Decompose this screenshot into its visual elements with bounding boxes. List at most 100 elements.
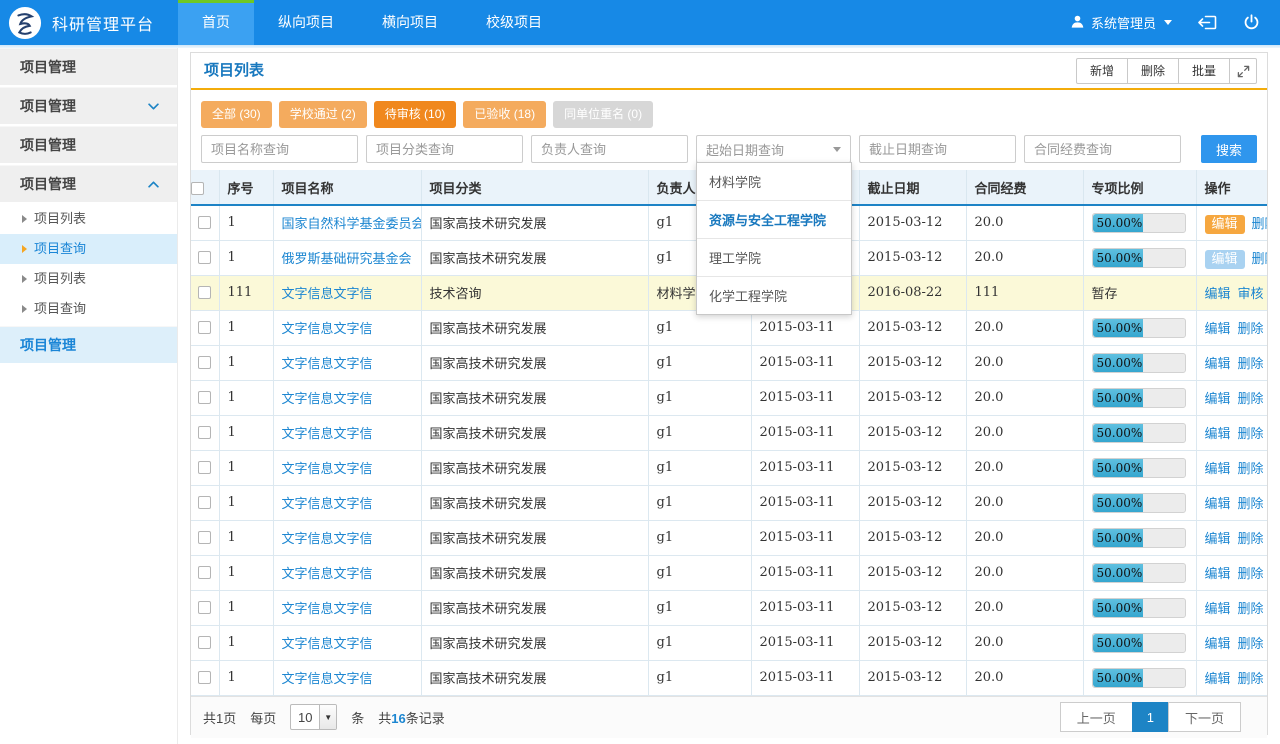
action-edit-link[interactable]: 编辑 (1205, 357, 1231, 372)
action-edit-link[interactable]: 编辑 (1205, 602, 1231, 617)
project-name-link[interactable]: 国家自然科学基金委员会 (282, 217, 422, 232)
nav-tab-1[interactable]: 首页 (178, 0, 254, 45)
action-delete-link[interactable]: 删除 (1238, 567, 1264, 582)
power-icon[interactable] (1243, 14, 1260, 31)
project-name-link[interactable]: 文字信息文字信 (282, 567, 373, 582)
action-edit-link[interactable]: 编辑 (1205, 532, 1231, 547)
project-name-link[interactable]: 文字信息文字信 (282, 427, 373, 442)
project-name-link[interactable]: 俄罗斯基础研究基金会 (282, 252, 412, 267)
sidebar-item-4-3[interactable]: 项目列表 (0, 264, 177, 294)
nav-tab-3[interactable]: 横向项目 (358, 0, 462, 45)
sidebar-item-4-4[interactable]: 项目查询 (0, 294, 177, 324)
project-name-link[interactable]: 文字信息文字信 (282, 532, 373, 547)
action-delete-link[interactable]: 删除 (1238, 672, 1264, 687)
project-name-link[interactable]: 文字信息文字信 (282, 462, 373, 477)
sidebar-group-4[interactable]: 项目管理 (0, 165, 177, 202)
row-checkbox[interactable] (198, 426, 211, 439)
prev-page-button[interactable]: 上一页 (1060, 702, 1133, 732)
project-name-link[interactable]: 文字信息文字信 (282, 322, 373, 337)
row-checkbox[interactable] (198, 566, 211, 579)
search-input-4[interactable] (859, 135, 1016, 163)
project-name-link[interactable]: 文字信息文字信 (282, 602, 373, 617)
row-checkbox[interactable] (198, 251, 211, 264)
action-delete-link[interactable]: 删除 (1238, 392, 1264, 407)
expand-button[interactable] (1229, 58, 1257, 84)
search-input-1[interactable] (201, 135, 358, 163)
cell-seq: 1 (219, 625, 273, 660)
toolbar-button-3[interactable]: 批量 (1178, 58, 1230, 84)
action-delete-link[interactable]: 删除 (1238, 532, 1264, 547)
row-checkbox[interactable] (198, 531, 211, 544)
action-edit-link[interactable]: 编辑 (1205, 322, 1231, 337)
sidebar-item-4-1[interactable]: 项目列表 (0, 204, 177, 234)
action-delete-link[interactable]: 删除 (1252, 252, 1267, 267)
action-delete-link[interactable]: 删除 (1238, 637, 1264, 652)
dropdown-item-4[interactable]: 化学工程学院 (697, 277, 851, 314)
row-checkbox[interactable] (198, 321, 211, 334)
toolbar-button-2[interactable]: 删除 (1127, 58, 1179, 84)
filter-tab-1[interactable]: 全部 (30) (201, 101, 272, 128)
row-checkbox[interactable] (198, 671, 211, 684)
project-name-link[interactable]: 文字信息文字信 (282, 287, 373, 302)
action-edit-link[interactable]: 编辑 (1205, 497, 1231, 512)
nav-tab-4[interactable]: 校级项目 (462, 0, 566, 45)
project-name-link[interactable]: 文字信息文字信 (282, 392, 373, 407)
action-edit-link[interactable]: 编辑 (1205, 392, 1231, 407)
action-delete-link[interactable]: 删除 (1238, 322, 1264, 337)
user-menu[interactable]: 系统管理员 (1070, 13, 1172, 32)
project-name-link[interactable]: 文字信息文字信 (282, 637, 373, 652)
page-size-caret-icon[interactable]: ▼ (319, 705, 336, 729)
action-edit-link[interactable]: 编辑 (1205, 215, 1245, 234)
action-delete-link[interactable]: 删除 (1238, 497, 1264, 512)
cell-name: 俄罗斯基础研究基金会 (273, 240, 421, 275)
sidebar-group-3[interactable]: 项目管理 (0, 126, 177, 163)
search-button[interactable]: 搜索 (1201, 135, 1257, 163)
row-checkbox[interactable] (198, 356, 211, 369)
action-review-link[interactable]: 审核 (1238, 287, 1264, 302)
action-edit-link[interactable]: 编辑 (1205, 672, 1231, 687)
project-name-link[interactable]: 文字信息文字信 (282, 672, 373, 687)
row-checkbox[interactable] (198, 391, 211, 404)
row-checkbox[interactable] (198, 496, 211, 509)
action-edit-link[interactable]: 编辑 (1205, 462, 1231, 477)
current-page-button[interactable]: 1 (1132, 702, 1169, 732)
filter-tab-2[interactable]: 学校通过 (2) (279, 101, 367, 128)
logout-icon[interactable] (1198, 14, 1217, 31)
toolbar-button-1[interactable]: 新增 (1076, 58, 1128, 84)
search-input-2[interactable] (366, 135, 523, 163)
dropdown-item-3[interactable]: 理工学院 (697, 239, 851, 277)
filter-tab-5[interactable]: 同单位重名 (0) (553, 101, 653, 128)
filter-tab-4[interactable]: 已验收 (18) (463, 101, 546, 128)
action-delete-link[interactable]: 删除 (1238, 357, 1264, 372)
row-checkbox[interactable] (198, 216, 211, 229)
sidebar-group-5[interactable]: 项目管理 (0, 326, 177, 363)
sidebar-item-4-2[interactable]: 项目查询 (0, 234, 177, 264)
row-checkbox[interactable] (198, 461, 211, 474)
action-edit-link[interactable]: 编辑 (1205, 427, 1231, 442)
next-page-button[interactable]: 下一页 (1168, 702, 1241, 732)
search-input-5[interactable] (1024, 135, 1181, 163)
search-input-3[interactable] (531, 135, 688, 163)
dropdown-item-1[interactable]: 材料学院 (697, 163, 851, 201)
filter-tab-3[interactable]: 待审核 (10) (374, 101, 457, 128)
select-all-checkbox[interactable] (191, 182, 204, 195)
sidebar-group-1[interactable]: 项目管理 (0, 48, 177, 85)
start-date-select[interactable]: 起始日期查询 (696, 135, 851, 163)
action-delete-link[interactable]: 删除 (1238, 602, 1264, 617)
nav-tab-2[interactable]: 纵向项目 (254, 0, 358, 45)
action-delete-link[interactable]: 删除 (1238, 462, 1264, 477)
row-checkbox[interactable] (198, 601, 211, 614)
action-delete-link[interactable]: 删除 (1252, 217, 1267, 232)
action-edit-link[interactable]: 编辑 (1205, 287, 1231, 302)
action-delete-link[interactable]: 删除 (1238, 427, 1264, 442)
page-size-select[interactable]: 10 ▼ (290, 704, 337, 730)
dropdown-item-2[interactable]: 资源与安全工程学院 (697, 201, 851, 239)
action-edit-link[interactable]: 编辑 (1205, 567, 1231, 582)
sidebar-group-2[interactable]: 项目管理 (0, 87, 177, 124)
row-checkbox[interactable] (198, 636, 211, 649)
project-name-link[interactable]: 文字信息文字信 (282, 497, 373, 512)
project-name-link[interactable]: 文字信息文字信 (282, 357, 373, 372)
action-edit-link[interactable]: 编辑 (1205, 637, 1231, 652)
row-checkbox[interactable] (198, 286, 211, 299)
action-edit-link[interactable]: 编辑 (1205, 250, 1245, 269)
